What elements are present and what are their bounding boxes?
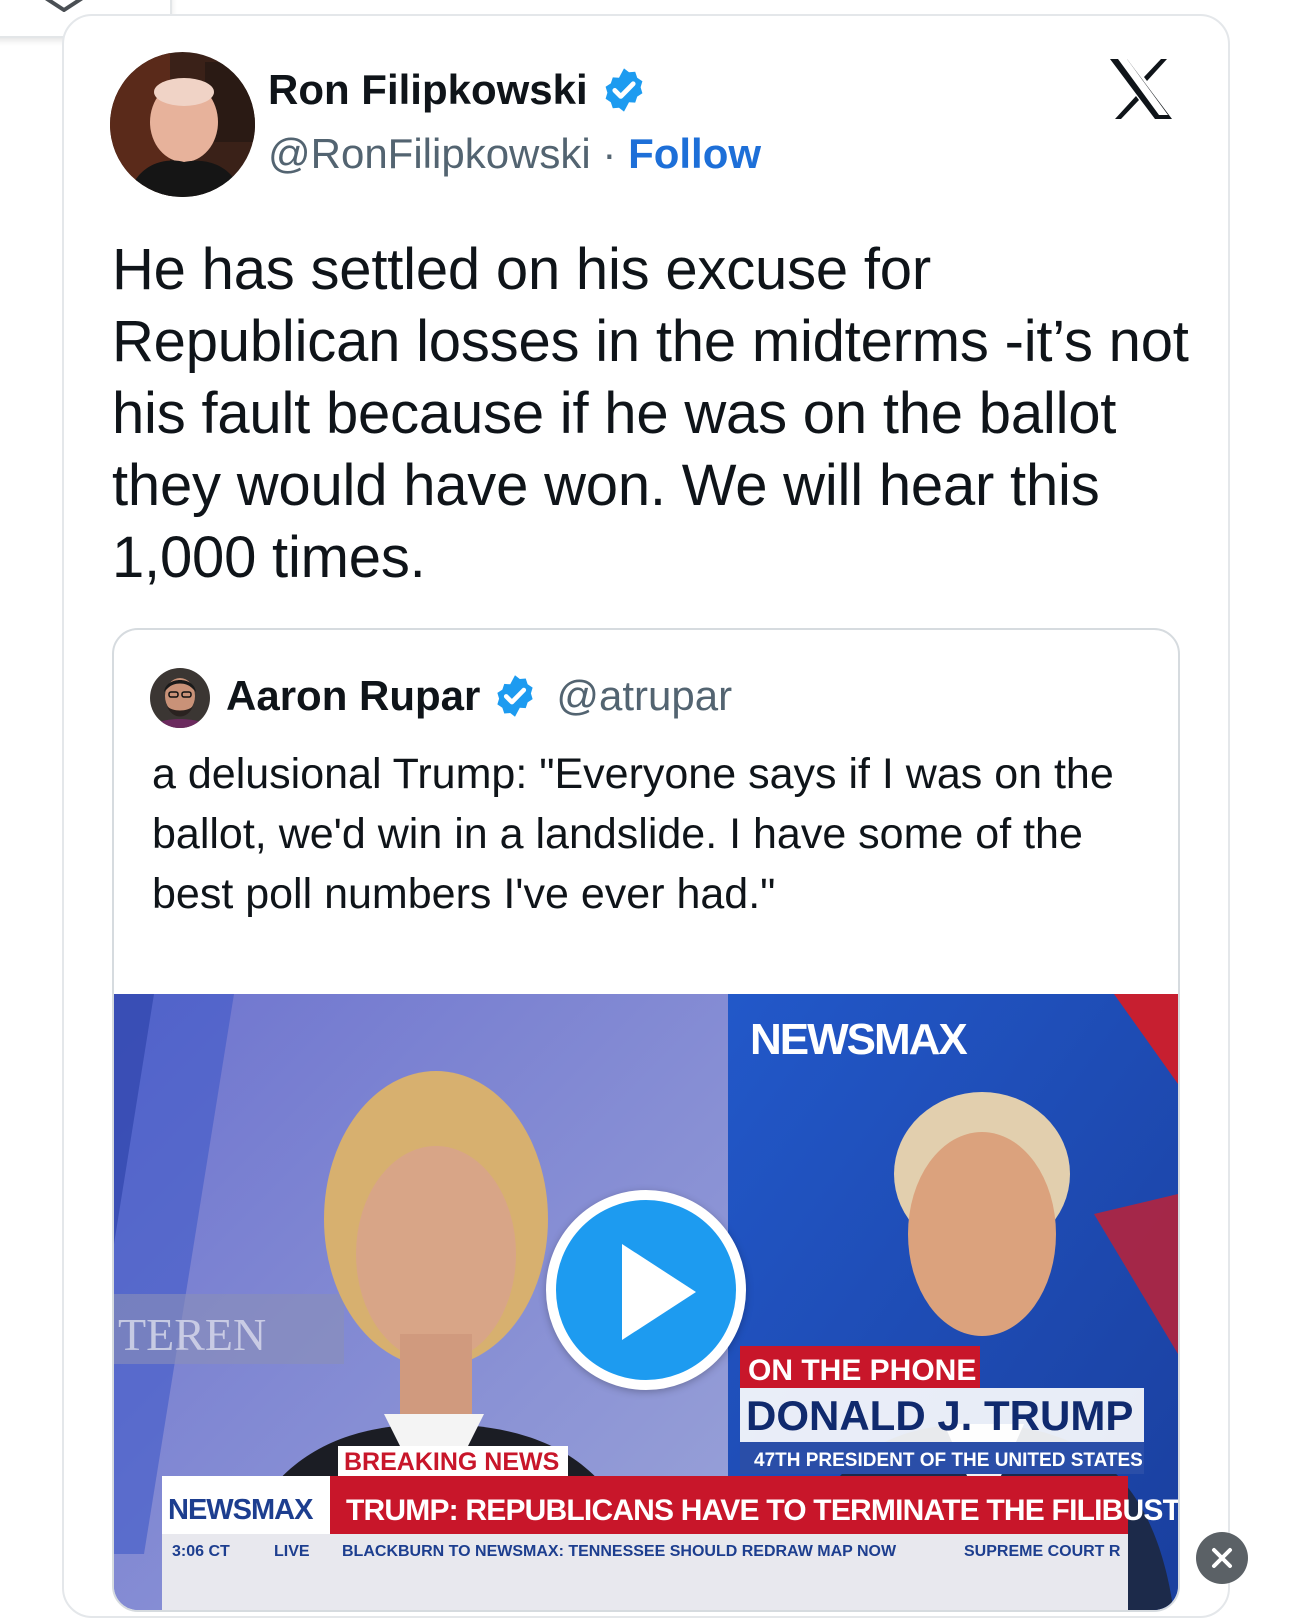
ticker-crawl-1: BLACKBURN TO NEWSMAX: TENNESSEE SHOULD R… xyxy=(342,1543,897,1560)
on-the-phone-label: ON THE PHONE xyxy=(748,1354,976,1387)
play-icon xyxy=(622,1244,696,1340)
close-icon xyxy=(1212,1548,1232,1568)
guest-name: DONALD J. TRUMP xyxy=(746,1392,1133,1439)
author-avatar[interactable] xyxy=(110,52,255,197)
quoted-author-name[interactable]: Aaron Rupar xyxy=(226,672,480,720)
author-handle[interactable]: @RonFilipkowski xyxy=(268,130,591,177)
author-handle-row: @RonFilipkowski · Follow xyxy=(268,130,761,178)
ticker-crawl-2: SUPREME COURT R xyxy=(964,1543,1121,1560)
studio-sign: TEREN xyxy=(118,1309,266,1360)
video-player[interactable]: TEREN NEWSMAX ON THE PHONE DONALD J. TRU… xyxy=(114,994,1178,1610)
quoted-tweet-text: a delusional Trump: "Everyone says if I … xyxy=(152,750,1114,918)
newsmax-logo: NEWSMAX xyxy=(750,1015,967,1064)
author-name-row: Ron Filipkowski xyxy=(268,66,648,114)
close-button[interactable] xyxy=(1196,1532,1248,1584)
quoted-author-avatar[interactable] xyxy=(150,668,210,728)
quoted-tweet[interactable]: Aaron Rupar @atrupar a delusional Trump:… xyxy=(112,628,1180,1612)
tweet-text: He has settled on his excuse for Republi… xyxy=(112,237,1189,590)
author-name[interactable]: Ron Filipkowski xyxy=(268,66,588,114)
ticker-time: 3:06 CT xyxy=(172,1543,230,1560)
separator-dot: · xyxy=(602,130,617,177)
headline: TRUMP: REPUBLICANS HAVE TO TERMINATE THE… xyxy=(346,1494,1178,1527)
ticker-live: LIVE xyxy=(274,1543,310,1560)
breaking-news-label: BREAKING NEWS xyxy=(344,1448,559,1476)
guest-title: 47TH PRESIDENT OF THE UNITED STATES xyxy=(754,1450,1143,1471)
quoted-author-handle[interactable]: @atrupar xyxy=(556,672,732,720)
chevron-down-icon xyxy=(45,0,83,12)
play-button[interactable] xyxy=(546,1190,746,1390)
verified-badge-icon xyxy=(605,68,643,112)
x-logo-icon[interactable] xyxy=(1108,57,1174,121)
follow-button[interactable]: Follow xyxy=(628,130,761,177)
verified-badge-icon xyxy=(497,675,533,717)
ticker-logo: NEWSMAX xyxy=(168,1494,314,1526)
quoted-author-row: Aaron Rupar @atrupar xyxy=(226,672,732,720)
